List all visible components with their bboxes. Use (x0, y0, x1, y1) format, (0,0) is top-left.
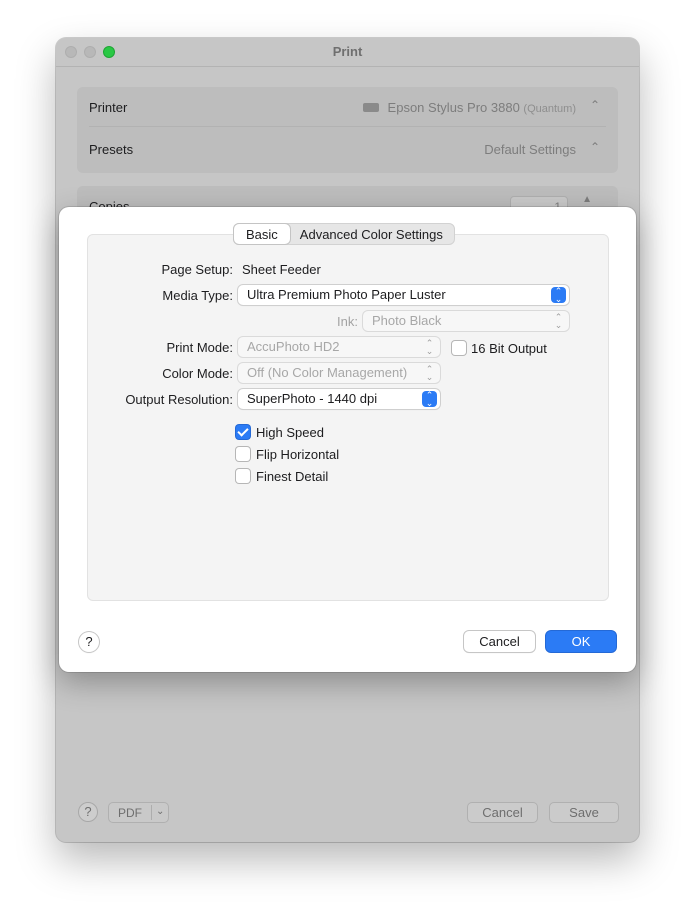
output-resolution-popup[interactable]: SuperPhoto - 1440 dpi ⌃ ⌄ (238, 389, 440, 409)
finest-detail-label: Finest Detail (256, 469, 329, 484)
cancel-button[interactable]: Cancel (464, 631, 535, 652)
media-type-value: Ultra Premium Photo Paper Luster (247, 287, 446, 302)
printer-presets-group: Printer Epson Stylus Pro 3880 (Quantum) … (77, 87, 618, 173)
ok-button[interactable]: OK (546, 631, 616, 652)
media-type-popup[interactable]: Ultra Premium Photo Paper Luster ⌃ ⌄ (238, 285, 569, 305)
printer-popup[interactable]: Epson Stylus Pro 3880 (Quantum) (362, 100, 576, 115)
printer-settings-sheet: Basic Advanced Color Settings Page Setup… (59, 207, 636, 672)
presets-chevron-icon: ⌃ (589, 140, 600, 154)
window-cancel-button[interactable]: Cancel (467, 802, 538, 823)
presets-value[interactable]: Default Settings (484, 142, 576, 157)
output-resolution-value: SuperPhoto - 1440 dpi (247, 391, 378, 406)
tab-basic[interactable]: Basic (234, 224, 290, 244)
tab-advanced-color-settings[interactable]: Advanced Color Settings (290, 224, 454, 244)
popup-arrows-icon: ⌃ ⌄ (551, 287, 566, 304)
popup-arrows-icon: ⌃ ⌄ (422, 391, 437, 408)
popup-arrows-icon: ⌃ ⌄ (425, 338, 434, 356)
flip-horizontal-label: Flip Horizontal (256, 447, 340, 462)
ink-popup: Photo Black ⌃ ⌄ (363, 311, 569, 331)
media-type-label: Media Type: (162, 288, 233, 303)
print-mode-label: Print Mode: (166, 340, 233, 355)
print-mode-popup: AccuPhoto HD2 ⌃ ⌄ (238, 337, 440, 357)
printer-icon (362, 103, 379, 113)
window-footer: ? PDF ⌄ Cancel Save (56, 794, 639, 830)
high-speed-label: High Speed (256, 425, 324, 440)
presets-row[interactable]: Presets Default Settings ⌃ (89, 129, 606, 169)
ink-value: Photo Black (372, 313, 442, 328)
output-resolution-label: Output Resolution: (125, 392, 233, 407)
high-speed-checkbox[interactable] (236, 425, 250, 439)
bit16-checkbox[interactable] (452, 341, 466, 355)
window-save-button[interactable]: Save (549, 802, 619, 823)
help-button[interactable]: ? (79, 632, 99, 652)
bit16-label: 16 Bit Output (471, 341, 547, 356)
pdf-menu-button[interactable]: PDF ⌄ (108, 802, 169, 823)
print-mode-value: AccuPhoto HD2 (247, 339, 340, 354)
printer-chevron-icon: ⌃ (589, 98, 600, 112)
pdf-label: PDF (118, 806, 142, 820)
printer-note: (Quantum) (523, 103, 576, 115)
color-mode-value: Off (No Color Management) (247, 365, 408, 380)
ink-label: Ink: (337, 314, 358, 329)
chevron-down-icon: ⌄ (156, 806, 165, 817)
page-setup-label: Page Setup: (161, 262, 233, 277)
printer-value: Epson Stylus Pro 3880 (387, 100, 520, 115)
pdf-divider (151, 805, 152, 820)
color-mode-label: Color Mode: (162, 366, 233, 381)
title-bar: Print (56, 38, 639, 67)
popup-arrows-icon: ⌃ ⌄ (554, 312, 563, 330)
color-mode-popup: Off (No Color Management) ⌃ ⌄ (238, 363, 440, 383)
page-setup-value: Sheet Feeder (242, 262, 321, 277)
presets-label: Presets (89, 142, 134, 157)
popup-arrows-icon: ⌃ ⌄ (425, 364, 434, 382)
settings-tabs: Basic Advanced Color Settings (233, 223, 455, 245)
copies-stepper[interactable]: ▲ (582, 194, 592, 205)
window-title: Print (332, 44, 363, 59)
window-help-button[interactable]: ? (78, 802, 98, 822)
printer-row[interactable]: Printer Epson Stylus Pro 3880 (Quantum) … (89, 87, 606, 127)
flip-horizontal-checkbox[interactable] (236, 447, 250, 461)
finest-detail-checkbox[interactable] (236, 469, 250, 483)
printer-label: Printer (89, 100, 128, 115)
